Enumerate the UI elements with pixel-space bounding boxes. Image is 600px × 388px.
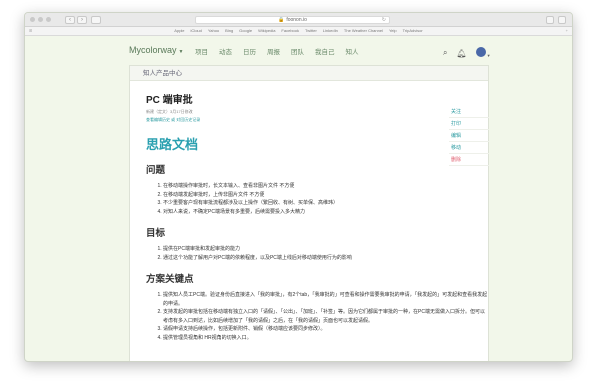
section-list: 提供在PC端审批和发起审批的能力通过这个功能了解用户对PC端的依赖程度，以及PC…: [146, 245, 488, 262]
section-list: 在移动端操作审批时，长文本输入、查看非图片文件 不方便在移动端发起审批时，上传非…: [146, 182, 488, 216]
doc-heading: 思路文档: [146, 137, 199, 152]
share-icon[interactable]: [546, 16, 554, 24]
list-item: 在移动端发起审批时，上传非图片文件 不方便: [163, 191, 488, 200]
window-controls[interactable]: [30, 17, 51, 22]
nav-item[interactable]: 动态: [219, 46, 232, 56]
list-item: 支持发起的审批包括在移动端有独立入口的「请假」、「公出」、「加班」、「补签」等。…: [163, 308, 488, 325]
nav-item[interactable]: 日历: [243, 46, 256, 56]
list-item: 提供在PC端审批和发起审批的能力: [163, 245, 488, 254]
doc-sections: 问题在移动端操作审批时，长文本输入、查看非图片文件 不方便在移动端发起审批时，上…: [146, 162, 488, 342]
side-action-button[interactable]: 删除: [449, 154, 489, 166]
site-header: Mycolorway ▼ 项目 动态 日历 周报 团队 我自己 知人 ⌕ 🔔︎ ▼: [25, 37, 572, 65]
content-card: 知人产品中心 PC 端审批 新建（定文）3月17日修改 查看编辑历史 或 对回历…: [129, 65, 489, 361]
list-item: 不少重要客户现有审批流程都涉及以上操作（繁回收、有树、买单保、高维玮）: [163, 199, 488, 208]
lock-icon: 🔒: [278, 17, 285, 23]
doc-meta: 新建（定文）3月17日修改: [146, 109, 193, 114]
doc-history-links[interactable]: 查看编辑历史 或 对回历史记录: [146, 117, 488, 123]
section-heading: 方案关键点: [146, 274, 194, 285]
chevron-down-icon: ▼: [178, 49, 184, 55]
side-actions: 关注 打印 编辑 移动 删除: [449, 106, 489, 166]
section-heading: 问题: [146, 165, 166, 176]
card-tab-title: 知人产品中心: [130, 66, 488, 81]
nav-item[interactable]: 我自己: [315, 46, 335, 56]
bookmark-item[interactable]: Facebook: [281, 27, 299, 35]
nav-item[interactable]: 知人: [346, 46, 359, 56]
bookmark-item[interactable]: The Weather Channel: [344, 27, 383, 35]
list-item: 提供知人员工PC端。验证身份后直接进入「我的审批」，有2个tab，「我审批的」可…: [163, 291, 488, 308]
bookmark-item[interactable]: Bing: [225, 27, 233, 35]
side-action-button[interactable]: 关注: [449, 106, 489, 118]
avatar-menu[interactable]: ▼: [475, 44, 491, 62]
sidebar-toggle-icon[interactable]: [91, 15, 101, 24]
list-item: 通过这个功能了解用户对PC端的依赖程度，以及PC端上线后对移动端使用行为的影响: [163, 254, 488, 263]
search-icon[interactable]: ⌕: [443, 48, 447, 58]
nav-item[interactable]: 周报: [267, 46, 280, 56]
bookmark-item[interactable]: Yahoo: [208, 27, 219, 35]
bookmarks-grid-icon[interactable]: ⊞: [29, 27, 32, 35]
browser-titlebar: ‹ › 🔒 foonon.io ↻: [25, 13, 572, 27]
back-icon[interactable]: ‹: [65, 15, 75, 24]
bookmark-item[interactable]: Google: [239, 27, 252, 35]
browser-nav[interactable]: ‹ ›: [65, 15, 87, 24]
browser-window: ‹ › 🔒 foonon.io ↻ ⊞ + Apple iCloud Yahoo Bin…: [24, 12, 573, 362]
side-action-button[interactable]: 移动: [449, 142, 489, 154]
section-heading: 目标: [146, 228, 166, 239]
bookmark-item[interactable]: TripAdvisor: [403, 27, 423, 35]
list-item: 在移动端操作审批时，长文本输入、查看非图片文件 不方便: [163, 182, 488, 191]
list-item: 对知人来说，不确定PC端场景有多重要，后续需要投入多大精力: [163, 208, 488, 217]
bookmark-item[interactable]: Twitter: [305, 27, 317, 35]
doc-title: PC 端审批: [146, 95, 193, 106]
bookmark-item[interactable]: iCloud: [191, 27, 202, 35]
logo[interactable]: Mycolorway ▼: [129, 45, 183, 55]
bell-icon[interactable]: 🔔︎: [456, 49, 466, 58]
forward-icon[interactable]: ›: [77, 15, 87, 24]
side-action-button[interactable]: 打印: [449, 118, 489, 130]
address-bar[interactable]: 🔒 foonon.io ↻: [195, 16, 390, 24]
bookmark-item[interactable]: LinkedIn: [323, 27, 338, 35]
bookmark-item[interactable]: Yelp: [389, 27, 397, 35]
bookmarks-bar: ⊞ + Apple iCloud Yahoo Bing Google Wikipedia F…: [25, 27, 572, 36]
avatar[interactable]: [475, 47, 486, 57]
list-item: 提供管理员视角和 HR视角的切换入口。: [163, 334, 488, 343]
document: PC 端审批 新建（定文）3月17日修改 查看编辑历史 或 对回历史记录 思路文…: [130, 81, 488, 342]
side-action-button[interactable]: 编辑: [449, 130, 489, 142]
bookmark-item[interactable]: Apple: [174, 27, 184, 35]
bookmarks-add-icon[interactable]: +: [566, 27, 568, 35]
reload-icon[interactable]: ↻: [382, 17, 386, 23]
list-item: 请假申请支持后续操作，包括更新附件、销假（移动端应该要同步修改）。: [163, 325, 488, 334]
bookmark-item[interactable]: Wikipedia: [258, 27, 275, 35]
tabs-icon[interactable]: [558, 16, 566, 24]
address-url: foonon.io: [286, 17, 307, 23]
chevron-down-icon: ▼: [486, 53, 491, 58]
nav-item[interactable]: 项目: [195, 46, 208, 56]
nav-item[interactable]: 团队: [291, 46, 304, 56]
top-nav: 项目 动态 日历 周报 团队 我自己 知人: [195, 46, 359, 56]
section-list: 提供知人员工PC端。验证身份后直接进入「我的审批」，有2个tab，「我审批的」可…: [146, 291, 488, 342]
